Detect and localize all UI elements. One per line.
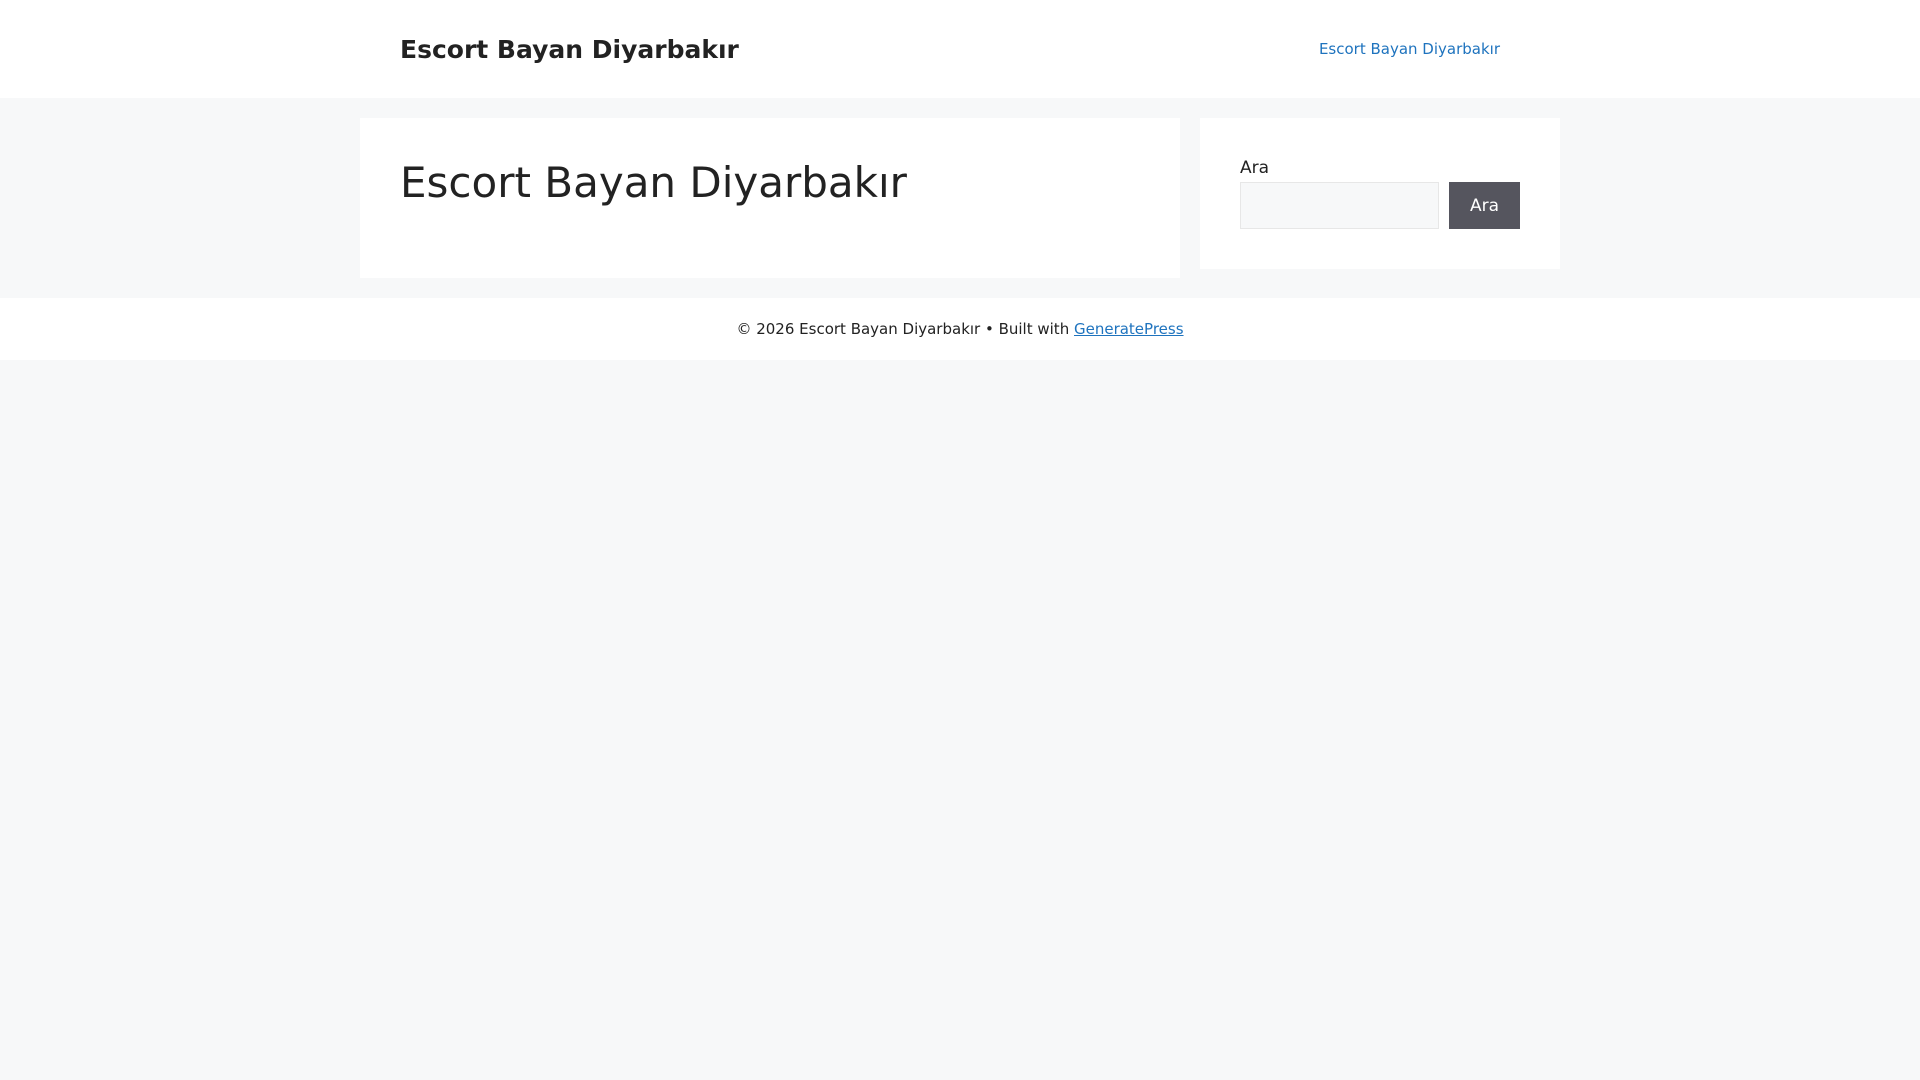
main-article: Escort Bayan Diyarbakır: [360, 118, 1180, 279]
site-title-link[interactable]: Escort Bayan Diyarbakır: [400, 35, 739, 64]
nav-item-home[interactable]: Escort Bayan Diyarbakır: [1299, 40, 1520, 58]
page-title: Escort Bayan Diyarbakır: [400, 158, 907, 207]
main-navigation: Escort Bayan Diyarbakır: [1299, 19, 1520, 79]
search-label: Ara: [1240, 158, 1270, 178]
site-footer: © 2026 Escort Bayan Diyarbakır • Built w…: [0, 298, 1920, 361]
search-button[interactable]: Ara: [1449, 182, 1520, 229]
sidebar-search-widget: Ara Ara: [1200, 118, 1560, 269]
search-form: Ara: [1240, 182, 1520, 229]
site-content: Escort Bayan Diyarbakır Ara Ara: [360, 118, 1560, 279]
site-header: Escort Bayan Diyarbakır Escort Bayan Diy…: [0, 0, 1920, 98]
copyright-text: © 2026 Escort Bayan Diyarbakır • Built w…: [736, 320, 1070, 339]
generatepress-link[interactable]: GeneratePress: [1074, 320, 1184, 338]
search-input[interactable]: [1240, 182, 1439, 229]
